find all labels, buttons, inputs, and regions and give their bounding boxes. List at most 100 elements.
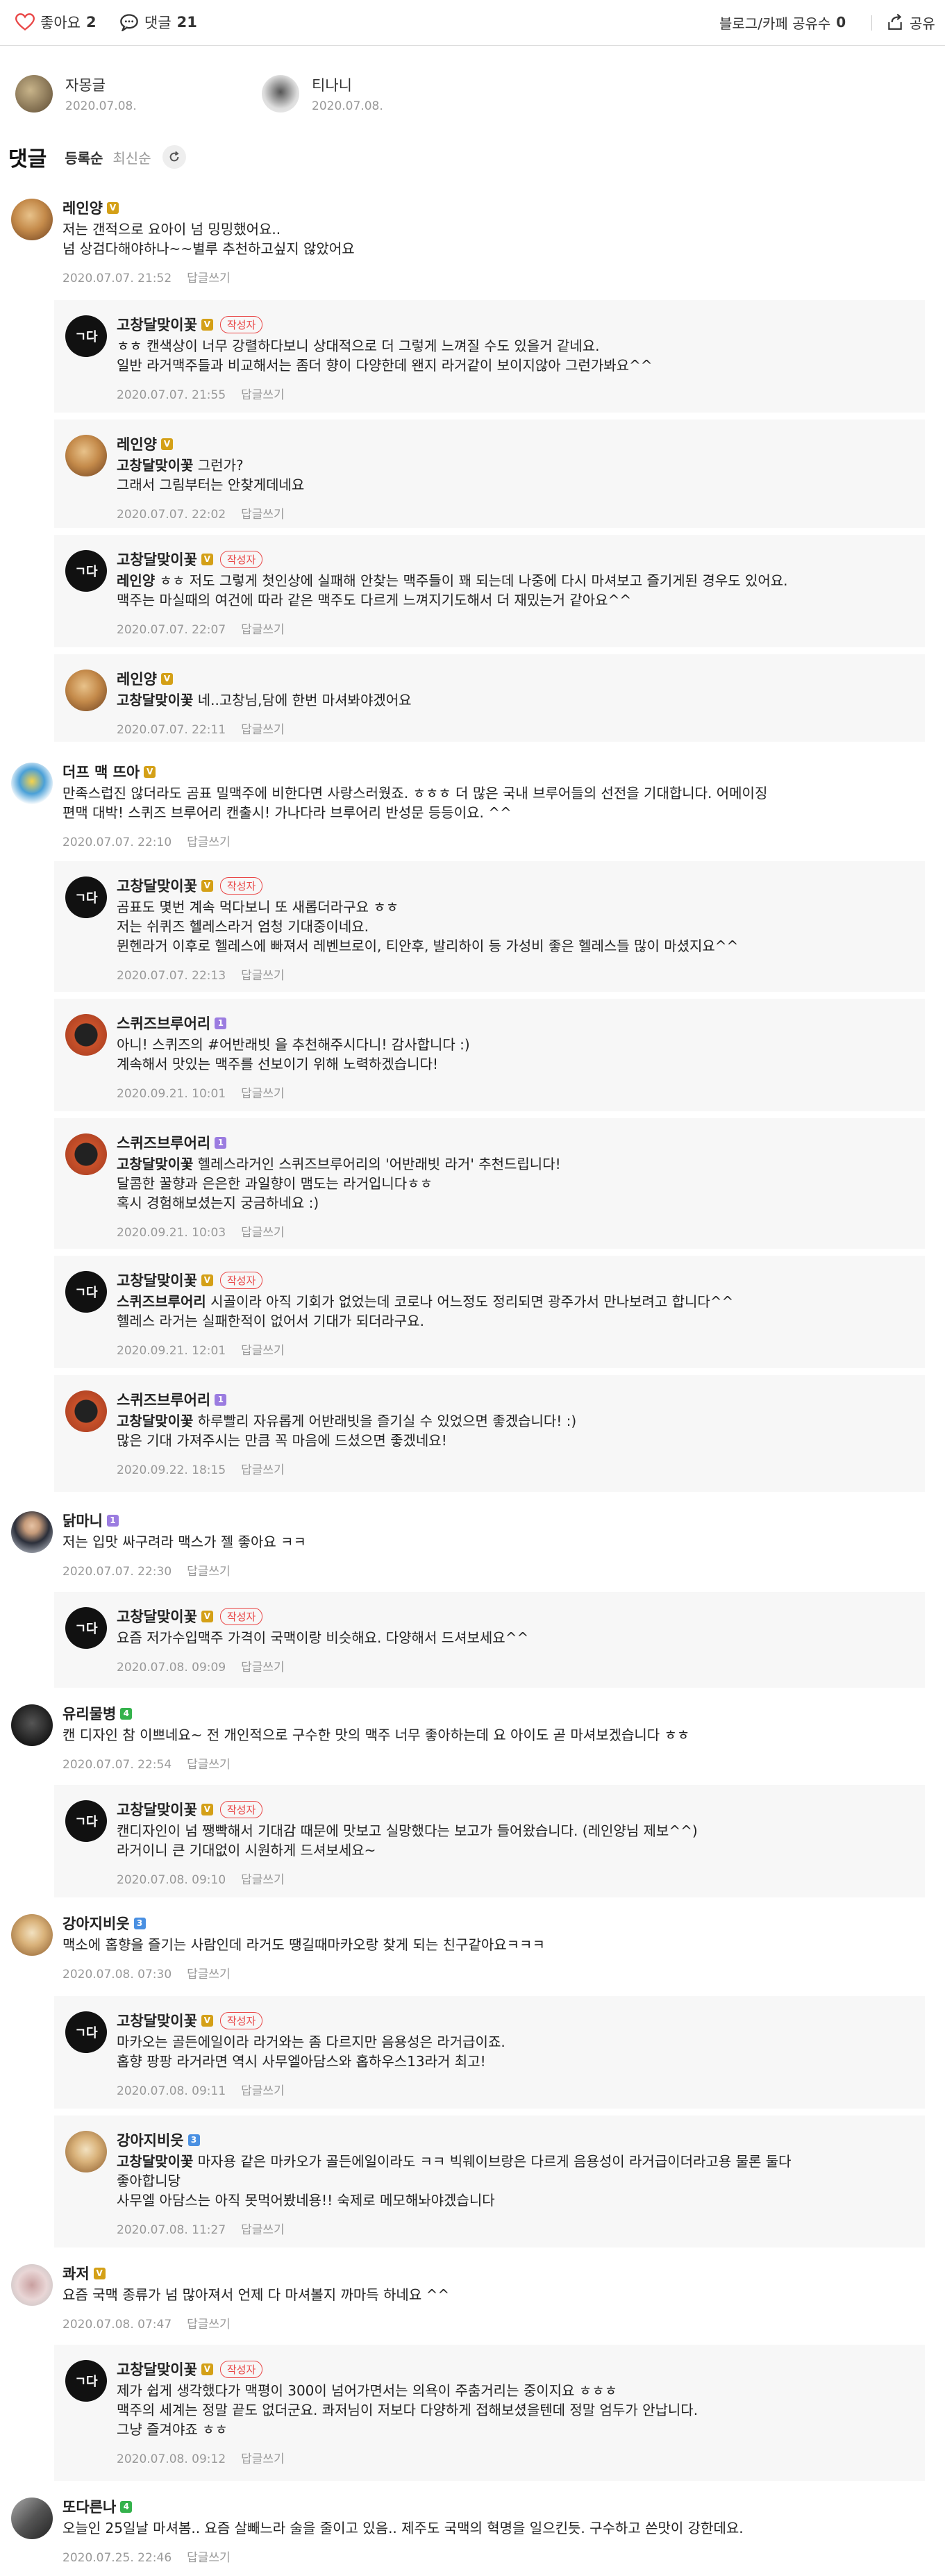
comment-date: 2020.09.21. 10:03 [117,1226,226,1240]
mention[interactable]: 고창달맞이꽃 [117,1413,193,1429]
author-name[interactable]: 레인양 V [117,668,173,689]
author-name[interactable]: 스퀴즈브루어리 1 [117,1132,227,1153]
reply-button[interactable]: 답글쓰기 [241,2084,285,2098]
avatar[interactable]: ㄱ다 [65,876,107,918]
reply-button[interactable]: 답글쓰기 [187,1968,231,1981]
avatar[interactable]: ㄱ다 [65,1271,107,1313]
like-button[interactable]: 좋아요 2 [15,10,97,35]
author-name[interactable]: 강아지비읏 3 [117,2129,200,2150]
comment-text: 캔디자인이 넘 쨍빡해서 기대감 때문에 맛보고 실망했다는 보고가 들어왔습니… [117,1821,698,1860]
sort-latest-button[interactable]: 최신순 [112,147,151,167]
reply-button[interactable]: 답글쓰기 [241,1661,285,1675]
author-name[interactable]: 더프 맥 뜨아 V [62,761,156,782]
comment-count-button[interactable]: 댓글 21 [119,10,197,35]
avatar[interactable] [11,1914,53,1956]
share-icon [888,13,902,30]
reply-comment: ㄱ다 고창달맞이꽃 V 작성자 제가 쉽게 생각했다가 맥평이 300이 넘어가면서는 … [54,2345,925,2481]
author-name[interactable]: 닭마니 1 [62,1510,119,1531]
reply-button[interactable]: 답글쓰기 [241,969,285,983]
author-name[interactable]: 콰저 V [62,2263,106,2284]
reply-button[interactable]: 답글쓰기 [241,388,285,402]
reply-comment: ㄱ다 고창달맞이꽃 V 작성자 스퀴즈브루어리 시골이라 아직 기회가 없었는데 코로나… [54,1256,925,1368]
author-name-text: 닭마니 [62,1513,103,1529]
reply-button[interactable]: 답글쓰기 [241,2452,285,2466]
avatar[interactable] [11,1704,53,1746]
mention[interactable]: 고창달맞이꽃 [117,457,193,474]
author-name[interactable]: 고창달맞이꽃 V 작성자 [117,1270,263,1290]
related-post-2[interactable]: 티나니 2020.07.08. [262,69,383,118]
avatar[interactable]: ㄱ다 [65,2360,107,2402]
avatar[interactable] [11,763,53,804]
comment-date: 2020.07.07. 22:10 [62,836,172,849]
avatar[interactable]: ㄱ다 [65,2011,107,2053]
avatar[interactable]: ㄱ다 [65,1607,107,1649]
share-button[interactable]: 공유 [886,10,935,35]
mention[interactable]: 고창달맞이꽃 [117,692,193,708]
author-name[interactable]: 고창달맞이꽃 V 작성자 [117,2010,263,2031]
author-name[interactable]: 스퀴즈브루어리 1 [117,1013,227,1033]
reply-button[interactable]: 답글쓰기 [187,272,231,285]
reply-button[interactable]: 답글쓰기 [241,623,285,637]
reply-button[interactable]: 답글쓰기 [241,2223,285,2237]
reply-button[interactable]: 답글쓰기 [241,1873,285,1887]
author-name[interactable]: 레인양 V [117,433,173,454]
avatar[interactable] [11,2264,53,2306]
author-name[interactable]: 레인양 V [62,197,119,218]
reply-button[interactable]: 답글쓰기 [241,508,285,522]
reply-button[interactable]: 답글쓰기 [241,1087,285,1101]
comment-line: 사무엘 아담스는 아직 못먹어봤네용!! 숙제로 메모해놔야겠습니다 [117,2192,495,2209]
comment-date: 2020.09.21. 10:01 [117,1087,226,1101]
author-name[interactable]: 강아지비읏 3 [62,1913,146,1934]
comment-meta: 2020.07.08. 07:47 답글쓰기 [62,2314,231,2332]
avatar[interactable] [11,199,53,240]
reply-button[interactable]: 답글쓰기 [187,1758,231,1772]
mention[interactable]: 고창달맞이꽃 [117,1156,193,1172]
refresh-button[interactable] [162,145,186,169]
avatar[interactable] [65,1014,107,1056]
writer-tag: 작성자 [219,550,263,568]
comment-text: 레인양 ㅎㅎ 저도 그렇게 첫인상에 실패해 안찾는 맥주들이 꽤 되는데 나중… [117,571,788,610]
mention[interactable]: 레인양 [117,572,155,589]
mention[interactable]: 스퀴즈브루어리 [117,1293,206,1310]
author-name-text: 고창달맞이꽃 [117,2013,197,2029]
reply-button[interactable]: 답글쓰기 [241,723,285,737]
avatar[interactable] [65,435,107,476]
reply-button[interactable]: 답글쓰기 [241,1226,285,1240]
author-name[interactable]: 고창달맞이꽃 V 작성자 [117,549,263,570]
comment-line: 맥주의 세계는 정말 끝도 없더군요. 콰저님이 저보다 다양하게 접해보셨을텐… [117,2402,699,2418]
reply-button[interactable]: 답글쓰기 [187,2551,231,2565]
sort-registered-button[interactable]: 등록순 [65,147,103,167]
author-name[interactable]: 고창달맞이꽃 V 작성자 [117,875,263,896]
related-post-1[interactable]: 자몽글 2020.07.08. [15,69,137,118]
author-name[interactable]: 고창달맞이꽃 V 작성자 [117,1606,263,1627]
reply-button[interactable]: 답글쓰기 [241,1344,285,1358]
related-title: 자몽글 [65,77,106,94]
reply-button[interactable]: 답글쓰기 [187,1565,231,1579]
author-name[interactable]: 고창달맞이꽃 V 작성자 [117,1799,263,1820]
author-name[interactable]: 또다른나 4 [62,2496,133,2517]
avatar[interactable] [11,2498,53,2539]
author-name[interactable]: 유리물병 4 [62,1703,133,1724]
avatar[interactable]: ㄱ다 [65,1800,107,1842]
mention[interactable]: 고창달맞이꽃 [117,2153,193,2170]
author-name[interactable]: 고창달맞이꽃 V 작성자 [117,2359,263,2379]
member-level-badge: V [201,318,213,331]
comment-text: 맥소에 홉향을 즐기는 사람인데 라거도 땡길때마카오랑 찾게 되는 친구같아요… [62,1935,545,1954]
comment-meta: 2020.07.08. 09:11 답글쓰기 [117,2081,285,2098]
reply-button[interactable]: 답글쓰기 [187,836,231,849]
avatar[interactable]: ㄱ다 [65,315,107,357]
avatar[interactable] [65,1390,107,1432]
comment-text: 요즘 국맥 종류가 넘 많아져서 언제 다 마셔볼지 까마득 하네요 ^^ [62,2285,449,2304]
avatar[interactable] [65,2131,107,2172]
reply-button[interactable]: 답글쓰기 [241,1463,285,1477]
avatar[interactable] [65,670,107,711]
reply-button[interactable]: 답글쓰기 [187,2318,231,2332]
avatar[interactable] [65,1133,107,1175]
comment-line: 만족스럽진 않더라도 곰표 밀맥주에 비한다면 사랑스러웠죠. ㅎㅎㅎ 더 많은… [62,785,768,801]
author-name[interactable]: 스퀴즈브루어리 1 [117,1389,227,1410]
writer-tag: 작성자 [219,876,263,895]
author-name[interactable]: 고창달맞이꽃 V 작성자 [117,314,263,335]
avatar[interactable] [11,1511,53,1553]
avatar[interactable]: ㄱ다 [65,550,107,592]
comment-line: ㅎㅎ 캔색상이 너무 강렬하다보니 상대적으로 더 그렇게 느껴질 수도 있을거… [117,338,600,354]
